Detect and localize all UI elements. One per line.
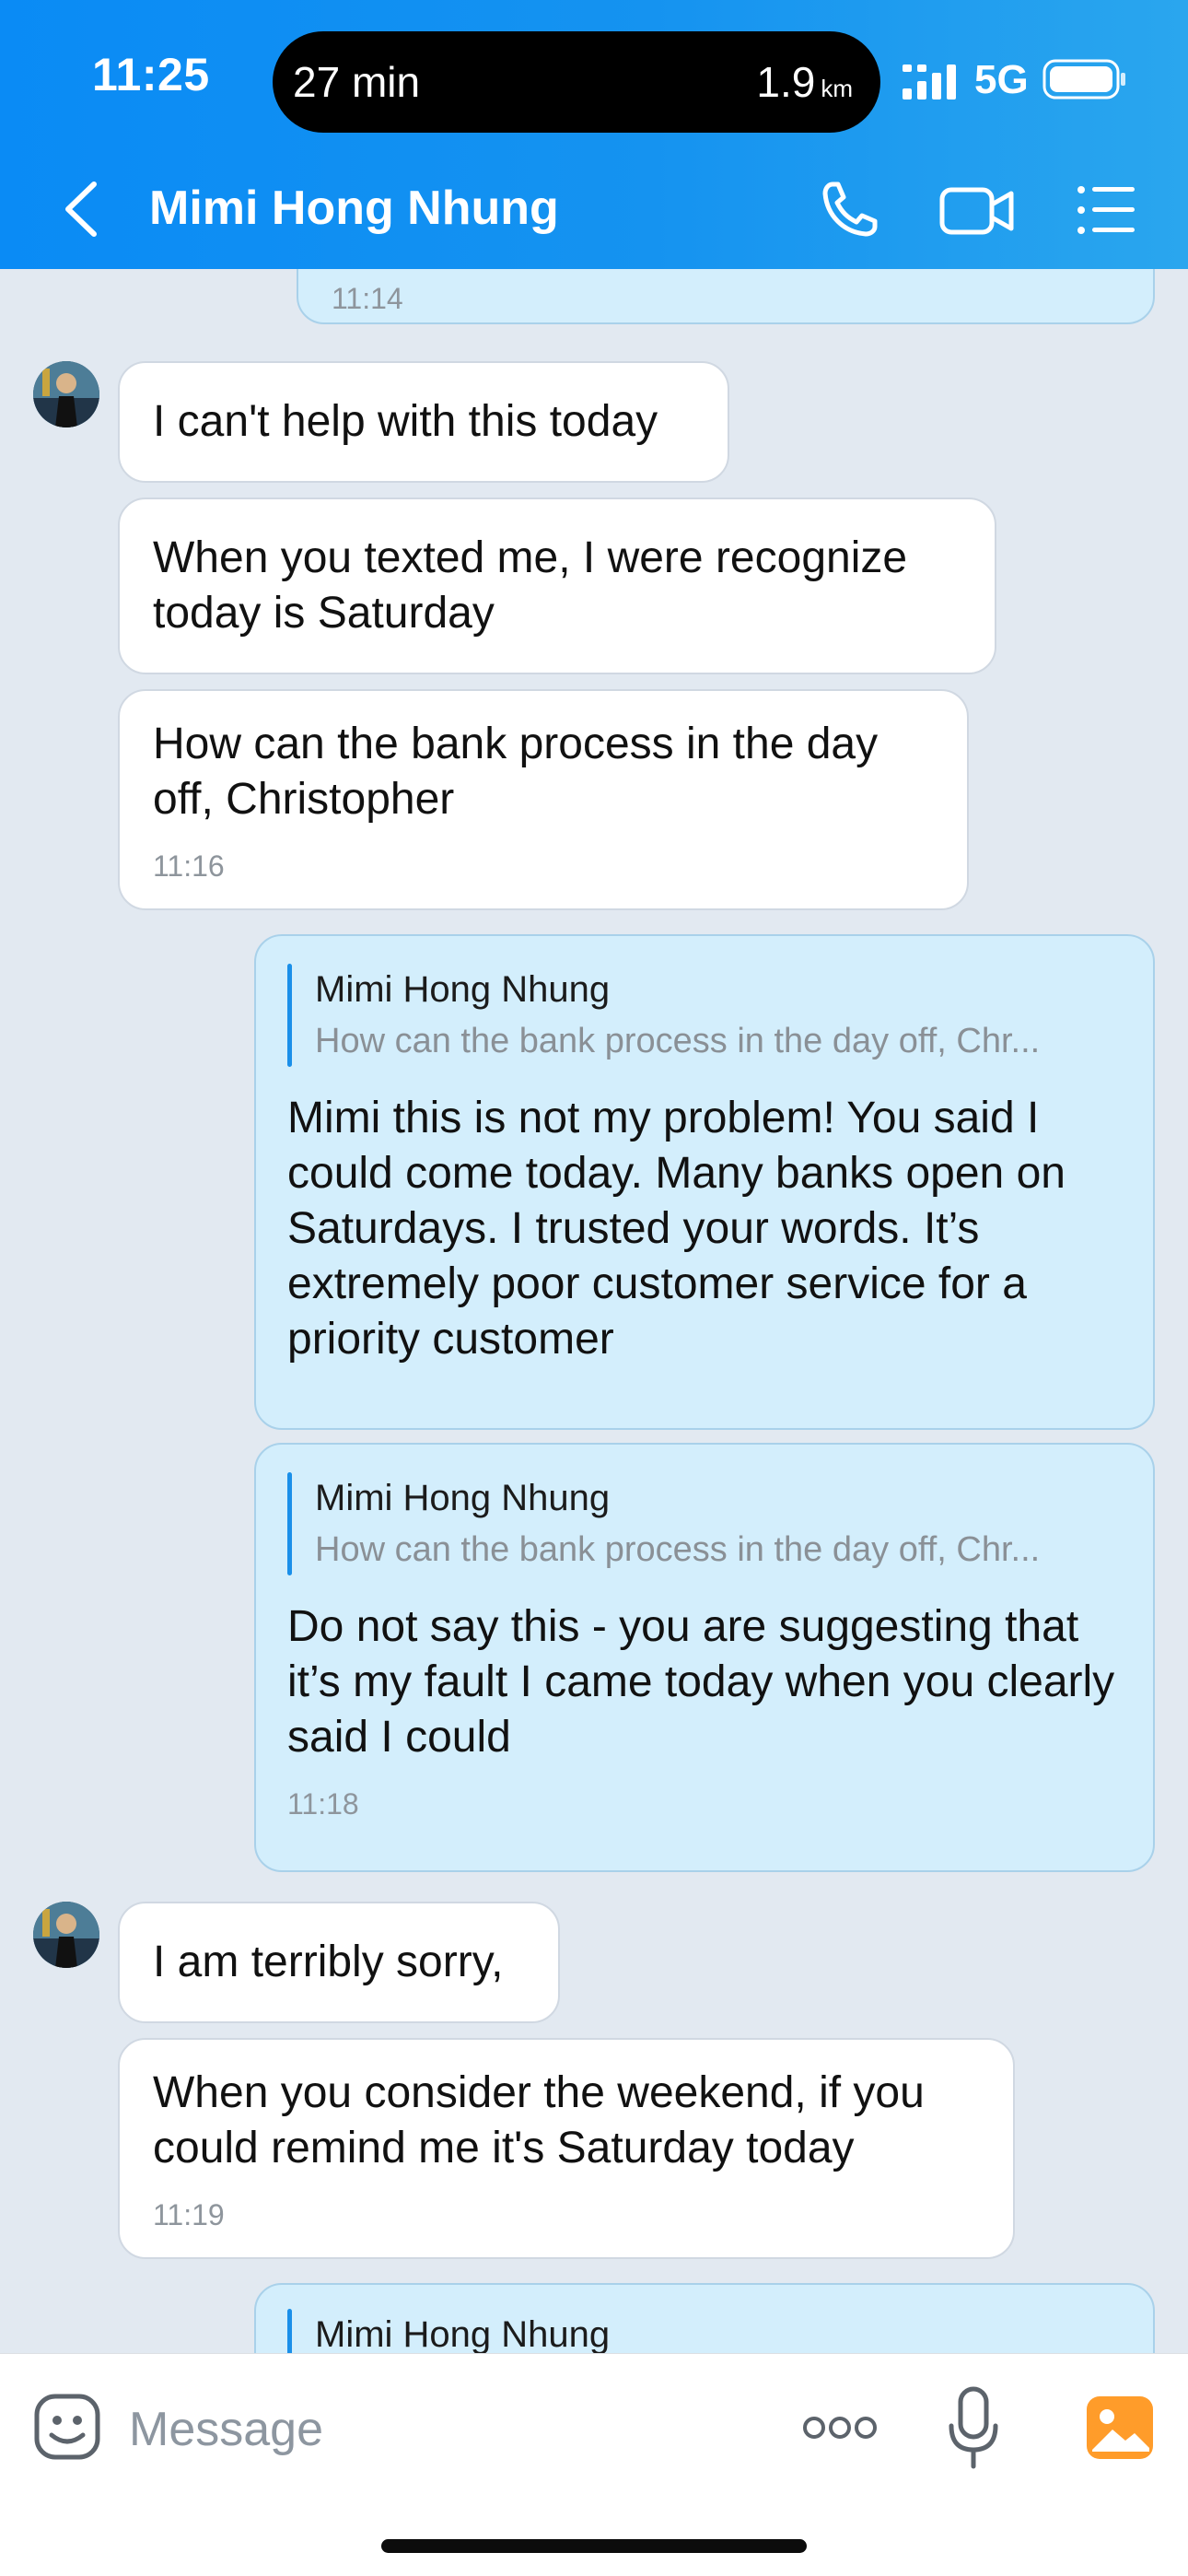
- message-time: 11:16: [153, 849, 225, 883]
- message-list[interactable]: 11:14 I can't help with this today When …: [0, 269, 1188, 2353]
- home-indicator[interactable]: [381, 2539, 807, 2553]
- message-text: Mimi this is not my problem! You said I …: [287, 1094, 1078, 1364]
- message-text: How can the bank process in the day off,…: [153, 720, 891, 824]
- message-bubble-incoming[interactable]: I can't help with this today: [118, 361, 729, 483]
- message-bubble-incoming[interactable]: How can the bank process in the day off,…: [118, 689, 969, 910]
- message-bubble-incoming[interactable]: When you texted me, I were recognize tod…: [118, 498, 996, 674]
- message-bubble-incoming[interactable]: I am terribly sorry,: [118, 1902, 560, 2023]
- message-bubble-outgoing[interactable]: Mimi Hong Nhung How can the bank process…: [254, 1443, 1155, 1872]
- reply-sender: Mimi Hong Nhung: [315, 969, 611, 1010]
- reply-sender: Mimi Hong Nhung: [315, 1478, 611, 1518]
- contact-avatar[interactable]: [33, 1902, 99, 1968]
- dynamic-island[interactable]: 27 min 1.9 km: [273, 31, 880, 133]
- message-bubble-outgoing[interactable]: Mimi Hong Nhung: [254, 2283, 1155, 2353]
- back-icon[interactable]: [61, 181, 101, 238]
- reply-preview: How can the bank process in the day off,…: [315, 1530, 1041, 1569]
- menu-list-icon[interactable]: [1076, 184, 1136, 236]
- reply-quote[interactable]: Mimi Hong Nhung: [287, 2309, 1120, 2353]
- distance-unit: km: [821, 75, 853, 102]
- message-time: 11:19: [153, 2198, 225, 2231]
- reply-quote[interactable]: Mimi Hong Nhung How can the bank process…: [287, 964, 1120, 1067]
- message-time: 11:14: [332, 282, 403, 315]
- photo-gallery-icon[interactable]: [1085, 2395, 1155, 2461]
- message-text: When you consider the weekend, if you co…: [153, 2068, 938, 2172]
- status-time: 11:25: [92, 49, 210, 100]
- signal-icon: [903, 64, 956, 100]
- message-bubble-outgoing[interactable]: 11:14: [297, 269, 1155, 324]
- message-time: 11:18: [287, 1787, 359, 1821]
- island-eta: 27 min: [293, 58, 421, 106]
- contact-avatar[interactable]: [33, 361, 99, 427]
- message-input[interactable]: [129, 2395, 755, 2465]
- video-call-icon[interactable]: [939, 184, 1015, 238]
- reply-preview: How can the bank process in the day off,…: [315, 1022, 1041, 1060]
- battery-icon: [1042, 59, 1125, 100]
- message-text: Do not say this - you are suggesting tha…: [287, 1602, 1127, 1762]
- reply-sender: Mimi Hong Nhung: [315, 2314, 611, 2353]
- reply-quote[interactable]: Mimi Hong Nhung How can the bank process…: [287, 1472, 1120, 1575]
- avatar-image: [33, 1902, 99, 1968]
- distance-value: 1.9: [756, 58, 816, 106]
- message-text: I am terribly sorry,: [153, 1938, 504, 1986]
- contact-name[interactable]: Mimi Hong Nhung: [149, 181, 559, 236]
- message-text: When you texted me, I were recognize tod…: [153, 533, 920, 638]
- island-distance: 1.9 km: [756, 57, 853, 107]
- more-options-icon[interactable]: [801, 2411, 879, 2444]
- message-bubble-outgoing[interactable]: Mimi Hong Nhung How can the bank process…: [254, 934, 1155, 1430]
- microphone-icon[interactable]: [947, 2385, 1000, 2470]
- network-type: 5G: [974, 57, 1029, 102]
- phone-icon[interactable]: [820, 179, 880, 240]
- chat-screen: 11:25 27 min 1.9 km 5G Mimi Hong Nhung 1…: [0, 0, 1188, 2576]
- emoji-sticker-icon[interactable]: [33, 2393, 101, 2461]
- message-text: I can't help with this today: [153, 397, 658, 446]
- message-bubble-incoming[interactable]: When you consider the weekend, if you co…: [118, 2038, 1015, 2259]
- chat-header: 11:25 27 min 1.9 km 5G Mimi Hong Nhung: [0, 0, 1188, 269]
- avatar-image: [33, 361, 99, 427]
